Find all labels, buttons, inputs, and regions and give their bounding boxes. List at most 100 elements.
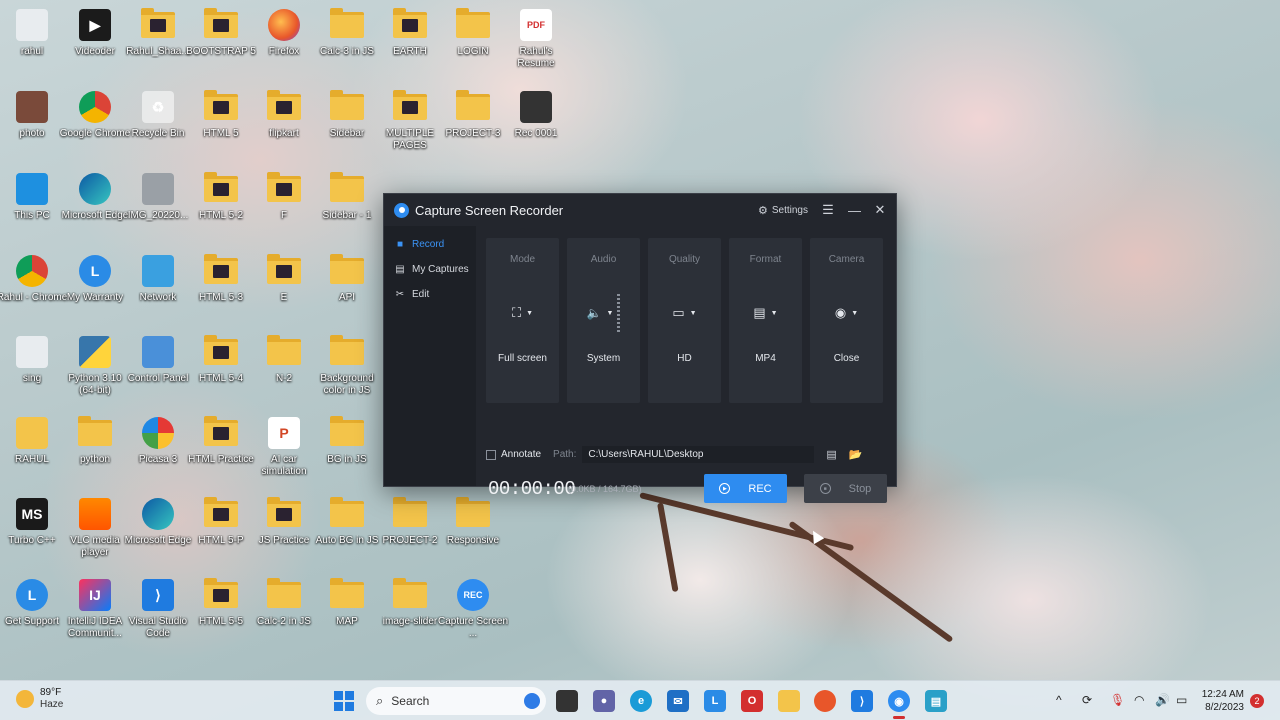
vscode-icon[interactable]: ⟩ <box>851 690 873 712</box>
desktop-icon[interactable]: Control Panel <box>126 331 190 409</box>
menu-icon[interactable]: ☰ <box>822 202 834 218</box>
close-icon[interactable]: ✕ <box>874 202 886 218</box>
desktop-icon[interactable]: image-slider <box>378 574 442 652</box>
desktop-icon[interactable]: ⟩ Visual Studio Code <box>126 574 190 652</box>
minimize-icon[interactable]: — <box>848 203 861 218</box>
desktop-icon[interactable]: LOGIN <box>441 4 505 82</box>
path-field[interactable]: C:\Users\RAHUL\Desktop <box>582 446 815 463</box>
desktop-icon[interactable]: Sidebar - 1 <box>315 168 379 246</box>
edge-icon[interactable]: e <box>630 690 652 712</box>
mode-card[interactable]: Mode ⛶ ▼ Full screen <box>486 238 559 403</box>
desktop-icon[interactable]: Microsoft Edge <box>62 168 128 246</box>
quality-dropdown[interactable]: ▭ ▼ <box>672 303 696 323</box>
desktop-icon[interactable]: P AI car simulation <box>252 412 316 490</box>
desktop-icon[interactable]: HTML 5-5 <box>189 574 253 652</box>
desktop-icon[interactable]: Background color in JS <box>315 331 379 409</box>
desktop-icon[interactable]: Picasa 3 <box>126 412 190 490</box>
sync-icon[interactable]: ⟳ <box>1082 693 1092 707</box>
chevron-up-icon[interactable]: ^ <box>1056 693 1062 707</box>
desktop-icon[interactable]: Rahul_Shaa... <box>126 4 190 82</box>
rec-button[interactable]: ▶ REC <box>704 474 787 503</box>
desktop-icon[interactable]: F <box>252 168 316 246</box>
desktop-icon[interactable]: N-2 <box>252 331 316 409</box>
notepad-icon[interactable]: ▤ <box>925 690 947 712</box>
file-explorer-icon[interactable] <box>778 690 800 712</box>
taskbar-search[interactable]: ⌕ Search <box>366 687 546 715</box>
sidebar-item-edit[interactable]: ✂ Edit <box>384 282 476 307</box>
desktop-icon[interactable]: rahul <box>0 4 64 82</box>
task-view-icon[interactable] <box>556 690 578 712</box>
desktop-icon[interactable]: API <box>315 250 379 328</box>
desktop-icon[interactable]: photo <box>0 86 64 164</box>
desktop-icon[interactable]: Microsoft Edge <box>125 493 191 571</box>
audio-card[interactable]: Audio 🔈 ▼ System <box>567 238 640 403</box>
desktop-icon[interactable]: MS Turbo C++ <box>0 493 64 571</box>
format-card[interactable]: Format ▤ ▼ MP4 <box>729 238 802 403</box>
list-icon[interactable]: ▤ <box>826 448 836 461</box>
wifi-icon[interactable]: ◠ <box>1134 693 1144 707</box>
camera-card[interactable]: Camera ◉ ▼ Close <box>810 238 883 403</box>
desktop-icon[interactable]: IJ IntelliJ IDEA Communit... <box>63 574 127 652</box>
clock[interactable]: 12:24 AM 8/2/2023 <box>1196 688 1244 714</box>
sidebar-item-record[interactable]: ■ Record <box>384 232 476 257</box>
format-dropdown[interactable]: ▤ ▼ <box>753 303 777 323</box>
desktop-icon[interactable]: HTML 5-2 <box>189 168 253 246</box>
desktop-icon[interactable]: JS Practice <box>252 493 316 571</box>
desktop-icon[interactable]: REC Capture Screen ... <box>438 574 508 652</box>
battery-icon[interactable]: ▭ <box>1176 693 1187 707</box>
folder-open-icon[interactable]: 📂 <box>849 448 863 461</box>
desktop-icon[interactable]: ♻ Recycle Bin <box>126 86 190 164</box>
desktop-icon[interactable]: flipkart <box>252 86 316 164</box>
desktop-icon[interactable]: PROJECT-3 <box>441 86 505 164</box>
desktop-icon[interactable]: PDF Rahul's Resume <box>504 4 568 82</box>
desktop-icon[interactable]: BOOTSTRAP 5 <box>186 4 256 82</box>
capture-recorder-icon[interactable]: ◉ <box>888 690 910 712</box>
desktop-icon[interactable]: Google Chrome <box>60 86 130 164</box>
desktop-icon[interactable]: sing <box>0 331 64 409</box>
volume-icon[interactable]: 🔊 <box>1155 693 1170 707</box>
desktop-icon[interactable]: Calc-2 in JS <box>252 574 316 652</box>
firefox-icon[interactable] <box>814 690 836 712</box>
mode-dropdown[interactable]: ⛶ ▼ <box>512 303 533 323</box>
mail-icon[interactable]: ✉ <box>667 690 689 712</box>
desktop-icon[interactable]: PROJECT-2 <box>378 493 442 571</box>
start-button[interactable] <box>334 691 354 711</box>
opera-icon[interactable]: O <box>741 690 763 712</box>
desktop-icon[interactable]: EARTH <box>378 4 442 82</box>
desktop-icon[interactable]: This PC <box>0 168 64 246</box>
stop-button[interactable]: ■ Stop <box>804 474 887 503</box>
camera-dropdown[interactable]: ◉ ▼ <box>835 303 858 323</box>
notification-badge[interactable]: 2 <box>1250 694 1264 708</box>
sidebar-item-my-captures[interactable]: ▤ My Captures <box>384 257 476 282</box>
desktop-icon[interactable]: Auto BG in JS <box>315 493 379 571</box>
microphone-icon[interactable]: 🎙 <box>1110 693 1125 707</box>
desktop-icon[interactable]: MULTIPLE PAGES <box>378 86 442 164</box>
desktop-icon[interactable]: Rahul - Chrome <box>0 250 67 328</box>
desktop-icon[interactable]: Firefox <box>252 4 316 82</box>
chat-icon[interactable]: ● <box>593 690 615 712</box>
desktop-icon[interactable]: Rec 0001 <box>504 86 568 164</box>
desktop-icon[interactable]: L My Warranty <box>63 250 127 328</box>
audio-dropdown[interactable]: 🔈 ▼ <box>587 294 621 332</box>
desktop-icon[interactable]: HTML 5-4 <box>189 331 253 409</box>
annotate-checkbox[interactable] <box>486 449 496 460</box>
lenovo-icon[interactable]: L <box>704 690 726 712</box>
desktop-icon[interactable]: HTML Practice <box>188 412 254 490</box>
desktop-icon[interactable]: ▶ Videoder <box>63 4 127 82</box>
desktop-icon[interactable]: HTML 5-3 <box>189 250 253 328</box>
desktop-icon[interactable]: Network <box>126 250 190 328</box>
desktop-icon[interactable]: E <box>252 250 316 328</box>
desktop-icon[interactable]: VLC media player <box>63 493 127 571</box>
quality-card[interactable]: Quality ▭ ▼ HD <box>648 238 721 403</box>
desktop-icon[interactable]: HTML 5-P <box>189 493 253 571</box>
desktop-icon[interactable]: Sidebar <box>315 86 379 164</box>
desktop-icon[interactable]: HTML 5 <box>189 86 253 164</box>
desktop-icon[interactable]: Calc-3 in JS <box>315 4 379 82</box>
desktop-icon[interactable]: Responsive <box>441 493 505 571</box>
desktop-icon[interactable]: MAP <box>315 574 379 652</box>
desktop-icon[interactable]: Python 3.10 (64-bit) <box>63 331 127 409</box>
weather-widget[interactable]: 89°F Haze <box>16 687 63 711</box>
desktop-icon[interactable]: BG in JS <box>315 412 379 490</box>
desktop-icon[interactable]: L Get Support <box>0 574 64 652</box>
title-bar[interactable]: Capture Screen Recorder ⚙ Settings ☰ — ✕ <box>384 194 896 226</box>
